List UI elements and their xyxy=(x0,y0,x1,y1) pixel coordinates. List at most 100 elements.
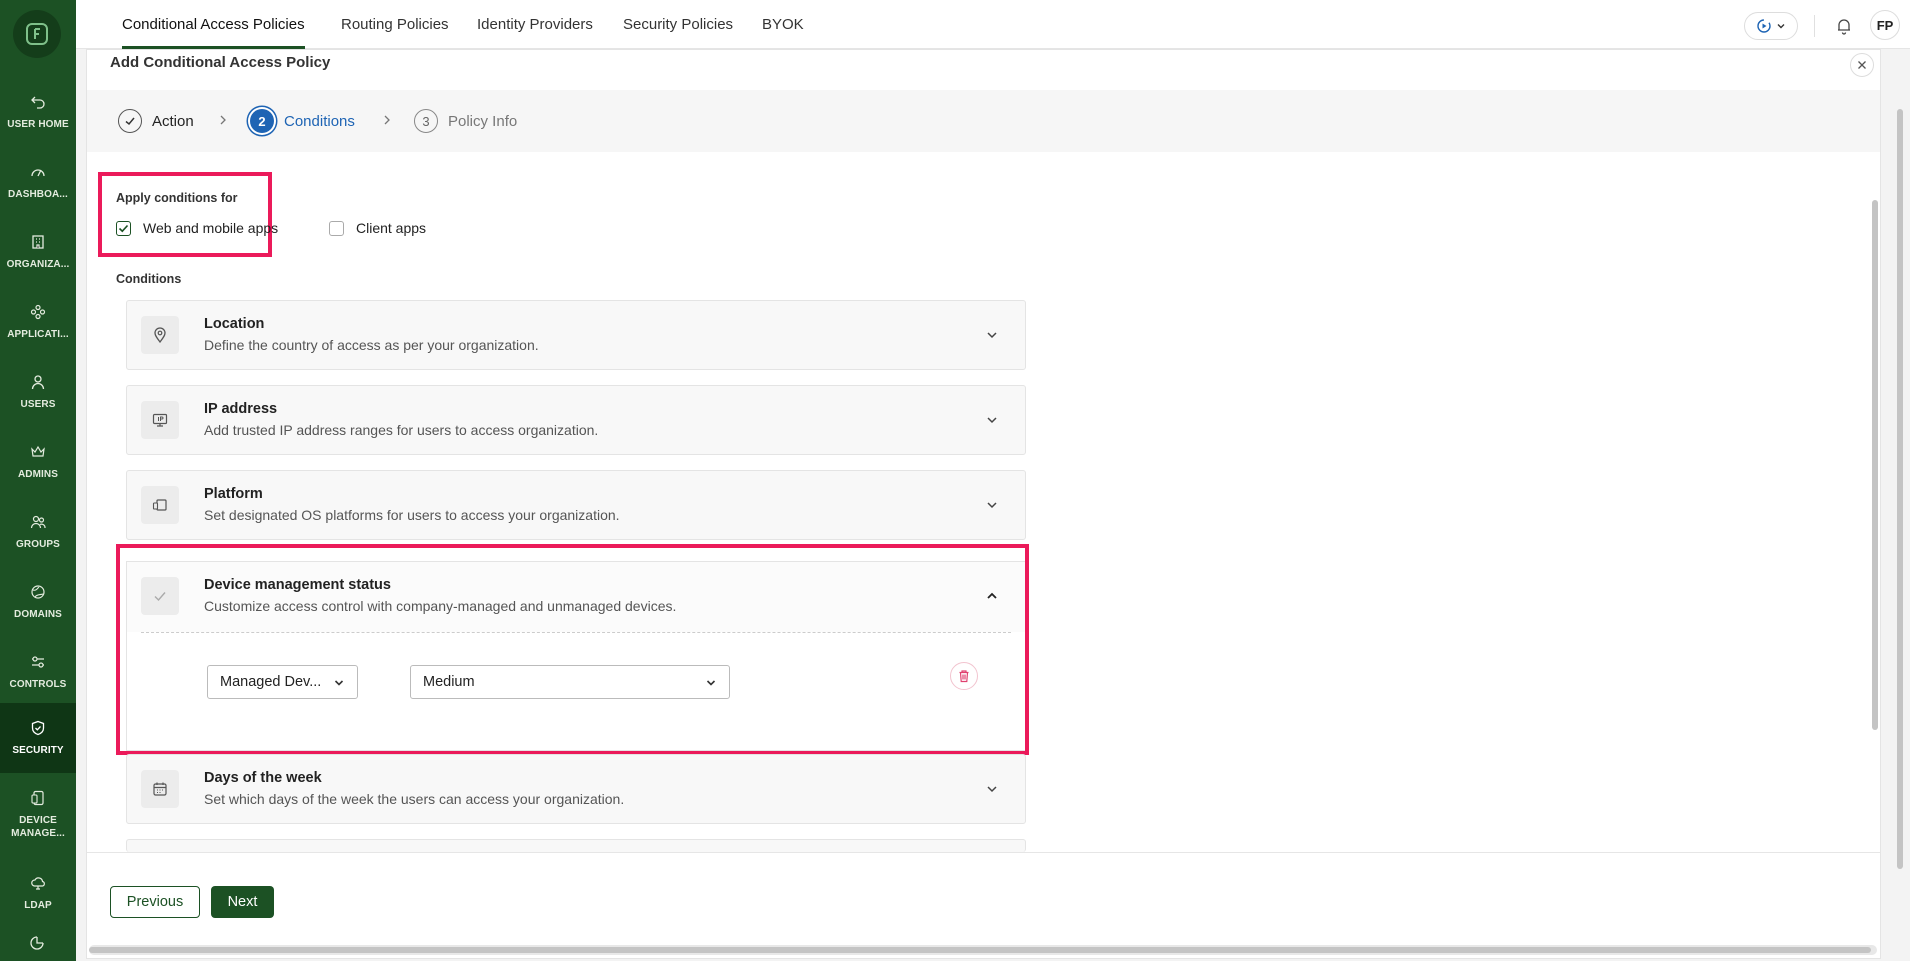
main-content: Add Conditional Access Policy Action 2 C… xyxy=(76,49,1910,961)
web-mobile-apps-checkbox[interactable]: Web and mobile apps xyxy=(116,220,278,236)
card-description: Define the country of access as per your… xyxy=(204,337,539,353)
user-icon xyxy=(31,374,45,389)
previous-button[interactable]: Previous xyxy=(110,886,200,918)
chevron-down-icon xyxy=(1777,24,1785,29)
sidebar-item-security[interactable]: SECURITY xyxy=(0,703,76,773)
chevron-down-icon[interactable] xyxy=(985,413,999,427)
notification-bell-button[interactable] xyxy=(1832,12,1856,40)
page-title: Add Conditional Access Policy xyxy=(110,54,331,71)
shield-icon xyxy=(31,720,45,735)
scrollbar-thumb[interactable] xyxy=(89,947,1871,953)
sidebar-item-controls[interactable]: CONTROLS xyxy=(0,637,76,707)
close-icon xyxy=(1858,61,1866,69)
apps-icon xyxy=(30,304,46,319)
step-policy-info[interactable]: 3 Policy Info xyxy=(414,90,517,152)
sidebar-item-dashboard[interactable]: DASHBOA... xyxy=(0,147,76,217)
add-policy-panel: Add Conditional Access Policy Action 2 C… xyxy=(86,49,1881,959)
sidebar-item-users[interactable]: USERS xyxy=(0,357,76,427)
sidebar-item-label: SECURITY xyxy=(12,744,64,756)
checkbox-label: Web and mobile apps xyxy=(143,220,279,236)
device-icon xyxy=(31,790,44,806)
tab-identity-providers[interactable]: Identity Providers xyxy=(477,0,593,49)
sliders-icon xyxy=(32,655,44,668)
chevron-down-icon[interactable] xyxy=(985,498,999,512)
platform-devices-icon xyxy=(141,486,179,524)
card-description: Set which days of the week the users can… xyxy=(204,791,625,807)
sidebar-item-label: LDAP xyxy=(24,899,52,911)
condition-card-next-partial xyxy=(126,839,1026,852)
bell-icon xyxy=(1838,19,1850,35)
sidebar-item-label: USERS xyxy=(20,398,56,410)
checkbox-unchecked-icon xyxy=(329,220,344,236)
step-label: Action xyxy=(152,112,194,130)
chevron-right-icon xyxy=(384,115,390,125)
condition-card-platform[interactable]: Platform Set designated OS platforms for… xyxy=(126,470,1026,540)
condition-card-ip-address[interactable]: IP address Add trusted IP address ranges… xyxy=(126,385,1026,455)
sidebar-item-device-management[interactable]: DEVICE MANAGE... xyxy=(0,773,76,857)
step-label: Policy Info xyxy=(448,112,518,130)
video-toggle-button[interactable] xyxy=(1744,12,1798,40)
scrollbar-thumb[interactable] xyxy=(1872,200,1878,730)
condition-card-location[interactable]: Location Define the country of access as… xyxy=(126,300,1026,370)
card-title: Location xyxy=(204,316,265,332)
group-icon xyxy=(30,515,46,528)
crown-icon xyxy=(31,445,45,457)
device-status-highlight xyxy=(116,544,1029,755)
chevron-down-icon[interactable] xyxy=(985,782,999,796)
divider xyxy=(1814,15,1815,37)
tab-routing-policies[interactable]: Routing Policies xyxy=(341,0,449,49)
chevron-right-icon xyxy=(220,115,226,125)
sidebar-item-label: DOMAINS xyxy=(14,608,62,620)
tab-byok[interactable]: BYOK xyxy=(762,0,804,49)
next-button[interactable]: Next xyxy=(211,886,274,918)
globe-icon xyxy=(31,584,45,599)
sidebar-item-organization[interactable]: ORGANIZA... xyxy=(0,217,76,287)
sidebar: USER HOME DASHBOA... ORGANIZA... APPLICA… xyxy=(0,0,76,961)
app-logo[interactable] xyxy=(13,10,61,58)
monitor-ip-icon xyxy=(141,401,179,439)
sidebar-item-admins[interactable]: ADMINS xyxy=(0,427,76,497)
building-icon xyxy=(32,234,44,249)
gauge-icon xyxy=(31,168,45,176)
sidebar-item-label: DASHBOA... xyxy=(8,188,68,200)
step-number: 3 xyxy=(414,109,438,133)
sidebar-item-domains[interactable]: DOMAINS xyxy=(0,567,76,637)
top-navigation: Conditional Access Policies Routing Poli… xyxy=(76,0,1910,49)
checkbox-checked-icon xyxy=(116,220,131,236)
sidebar-item-label: ADMINS xyxy=(17,468,59,480)
logo-icon xyxy=(26,23,48,45)
sidebar-item-label: ORGANIZA... xyxy=(6,258,70,270)
card-description: Set designated OS platforms for users to… xyxy=(204,507,620,523)
client-apps-checkbox[interactable]: Client apps xyxy=(329,220,426,236)
sidebar-item-label: CONTROLS xyxy=(9,678,67,690)
sidebar-item-applications[interactable]: APPLICATI... xyxy=(0,287,76,357)
cloud-icon xyxy=(31,876,45,890)
sidebar-item-ldap[interactable]: LDAP xyxy=(0,858,76,928)
card-title: IP address xyxy=(204,401,278,417)
step-label: Conditions xyxy=(284,112,355,130)
sidebar-item-label: DEVICE MANAGE... xyxy=(11,815,65,839)
step-conditions[interactable]: 2 Conditions xyxy=(250,90,355,152)
horizontal-scrollbar[interactable] xyxy=(89,945,1877,955)
chevron-down-icon[interactable] xyxy=(985,328,999,342)
close-button[interactable] xyxy=(1850,53,1874,77)
sidebar-item-user-home[interactable]: USER HOME xyxy=(0,77,76,147)
sidebar-item-label: GROUPS xyxy=(16,538,60,550)
step-action[interactable]: Action xyxy=(118,90,194,152)
page-scrollbar[interactable] xyxy=(1895,109,1905,959)
step-number: 2 xyxy=(250,109,274,133)
checkbox-label: Client apps xyxy=(356,220,427,236)
tab-conditional-access-policies[interactable]: Conditional Access Policies xyxy=(122,0,305,49)
location-pin-icon xyxy=(141,316,179,354)
tab-security-policies[interactable]: Security Policies xyxy=(623,0,733,49)
content-scrollbar[interactable] xyxy=(1870,150,1880,850)
scrollbar-thumb[interactable] xyxy=(1897,109,1903,869)
checkmark-icon xyxy=(118,109,142,133)
apply-conditions-highlight xyxy=(98,172,272,257)
calendar-icon xyxy=(141,770,179,808)
condition-card-days-of-week[interactable]: Days of the week Set which days of the w… xyxy=(126,754,1026,824)
sidebar-item-label: APPLICATI... xyxy=(7,328,69,340)
sidebar-item-groups[interactable]: GROUPS xyxy=(0,497,76,567)
pie-chart-icon[interactable] xyxy=(29,935,45,956)
avatar[interactable]: FP xyxy=(1870,10,1900,40)
